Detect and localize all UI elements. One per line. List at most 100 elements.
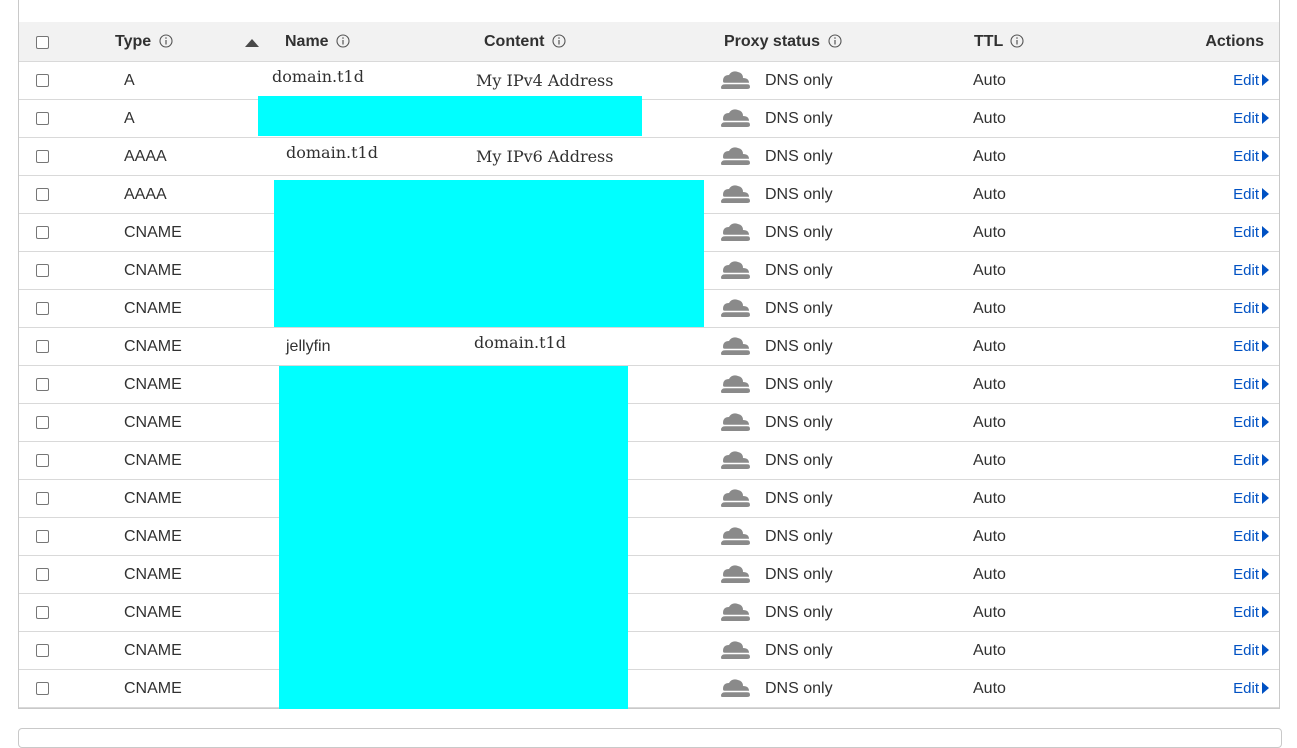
caret-right-icon (1262, 416, 1269, 429)
edit-button[interactable]: Edit (1233, 62, 1269, 99)
edit-button-label: Edit (1233, 566, 1259, 583)
table-row[interactable]: AAAA domain.t1d My IPv6 Address DNS only Aut… (19, 138, 1279, 176)
column-header-proxy-status[interactable]: Proxy status (724, 22, 842, 62)
proxy-status-text: DNS only (765, 566, 833, 583)
edit-button[interactable]: Edit (1233, 100, 1269, 137)
row-checkbox[interactable] (36, 226, 49, 239)
row-checkbox[interactable] (36, 302, 49, 315)
row-checkbox[interactable] (36, 74, 49, 87)
cloud-dns-only-icon[interactable] (719, 373, 751, 395)
row-checkbox[interactable] (36, 454, 49, 467)
row-checkbox[interactable] (36, 568, 49, 581)
cloud-dns-only-icon[interactable] (719, 145, 751, 167)
edit-button-label: Edit (1233, 338, 1259, 355)
ttl-value: Auto (973, 262, 1006, 279)
edit-button[interactable]: Edit (1233, 252, 1269, 289)
record-name: domain.t1d (272, 67, 364, 86)
edit-button[interactable]: Edit (1233, 366, 1269, 403)
ttl-value: Auto (973, 72, 1006, 89)
cloud-dns-only-icon[interactable] (719, 69, 751, 91)
cloud-dns-only-icon[interactable] (719, 335, 751, 357)
proxy-status-text: DNS only (765, 642, 833, 659)
column-header-content[interactable]: Content (484, 22, 566, 62)
info-icon[interactable] (827, 34, 842, 48)
dns-records-table: Type Name Content Proxy status TTL Actio… (18, 0, 1280, 709)
edit-button[interactable]: Edit (1233, 518, 1269, 555)
row-checkbox[interactable] (36, 682, 49, 695)
column-header-content-label: Content (484, 33, 545, 50)
row-checkbox[interactable] (36, 644, 49, 657)
edit-button[interactable]: Edit (1233, 594, 1269, 631)
row-checkbox[interactable] (36, 340, 49, 353)
table-row[interactable]: CNAME DNS only Auto Edit (19, 556, 1279, 594)
ttl-value: Auto (973, 148, 1006, 165)
edit-button[interactable]: Edit (1233, 442, 1269, 479)
edit-button[interactable]: Edit (1233, 670, 1269, 707)
info-icon[interactable] (1010, 34, 1025, 48)
sort-ascending-icon[interactable] (245, 39, 259, 47)
cloud-dns-only-icon[interactable] (719, 525, 751, 547)
row-checkbox[interactable] (36, 112, 49, 125)
table-row[interactable]: CNAME DNS only Auto Edit (19, 404, 1279, 442)
edit-button[interactable]: Edit (1233, 176, 1269, 213)
record-type: CNAME (124, 262, 182, 279)
proxy-status-text: DNS only (765, 414, 833, 431)
table-row[interactable]: CNAME DNS only Auto Edit (19, 594, 1279, 632)
table-row[interactable]: CNAME DNS only Auto Edit (19, 442, 1279, 480)
record-type: A (124, 110, 135, 127)
info-icon[interactable] (336, 34, 350, 48)
cloud-dns-only-icon[interactable] (719, 221, 751, 243)
row-checkbox[interactable] (36, 492, 49, 505)
edit-button[interactable]: Edit (1233, 480, 1269, 517)
edit-button[interactable]: Edit (1233, 328, 1269, 365)
column-header-ttl[interactable]: TTL (974, 22, 1025, 62)
row-checkbox[interactable] (36, 188, 49, 201)
edit-button[interactable]: Edit (1233, 556, 1269, 593)
edit-button[interactable]: Edit (1233, 290, 1269, 327)
edit-button-label: Edit (1233, 680, 1259, 697)
table-row[interactable]: Adomain.t1d My IPv4 Address DNS only Auto Ed… (19, 62, 1279, 100)
table-row[interactable]: CNAME DNS only Auto Edit (19, 518, 1279, 556)
cloud-dns-only-icon[interactable] (719, 639, 751, 661)
record-type: CNAME (124, 680, 182, 697)
edit-button[interactable]: Edit (1233, 214, 1269, 251)
caret-right-icon (1262, 302, 1269, 315)
record-type: CNAME (124, 604, 182, 621)
table-row[interactable]: CNAME DNS only Auto Edit (19, 366, 1279, 404)
cloud-dns-only-icon[interactable] (719, 487, 751, 509)
table-row[interactable]: CNAME DNS only Auto Edit (19, 632, 1279, 670)
cloud-dns-only-icon[interactable] (719, 411, 751, 433)
table-row[interactable]: CNAME DNS only Auto Edit (19, 670, 1279, 708)
edit-button[interactable]: Edit (1233, 632, 1269, 669)
record-name: jellyfin (286, 338, 331, 355)
table-row[interactable]: CNAME jellyfin domain.t1d DNS only Auto Edit (19, 328, 1279, 366)
table-row[interactable]: A DNS only Auto Edit (19, 100, 1279, 138)
edit-button[interactable]: Edit (1233, 138, 1269, 175)
row-checkbox[interactable] (36, 378, 49, 391)
row-checkbox[interactable] (36, 416, 49, 429)
edit-button-label: Edit (1233, 262, 1259, 279)
cloud-dns-only-icon[interactable] (719, 297, 751, 319)
row-checkbox[interactable] (36, 264, 49, 277)
column-header-name[interactable]: Name (285, 22, 350, 62)
info-icon[interactable] (552, 34, 566, 48)
cloud-dns-only-icon[interactable] (719, 449, 751, 471)
column-header-type[interactable]: Type (115, 22, 173, 62)
record-type: CNAME (124, 414, 182, 431)
info-icon[interactable] (159, 34, 173, 48)
cloud-dns-only-icon[interactable] (719, 601, 751, 623)
caret-right-icon (1262, 112, 1269, 125)
edit-button[interactable]: Edit (1233, 404, 1269, 441)
row-checkbox[interactable] (36, 606, 49, 619)
cloud-dns-only-icon[interactable] (719, 183, 751, 205)
cloud-dns-only-icon[interactable] (719, 107, 751, 129)
proxy-status-text: DNS only (765, 452, 833, 469)
row-checkbox[interactable] (36, 530, 49, 543)
cloud-dns-only-icon[interactable] (719, 563, 751, 585)
redaction-block (258, 96, 642, 136)
row-checkbox[interactable] (36, 150, 49, 163)
select-all-checkbox[interactable] (36, 36, 49, 49)
cloud-dns-only-icon[interactable] (719, 677, 751, 699)
table-row[interactable]: CNAME DNS only Auto Edit (19, 480, 1279, 518)
cloud-dns-only-icon[interactable] (719, 259, 751, 281)
